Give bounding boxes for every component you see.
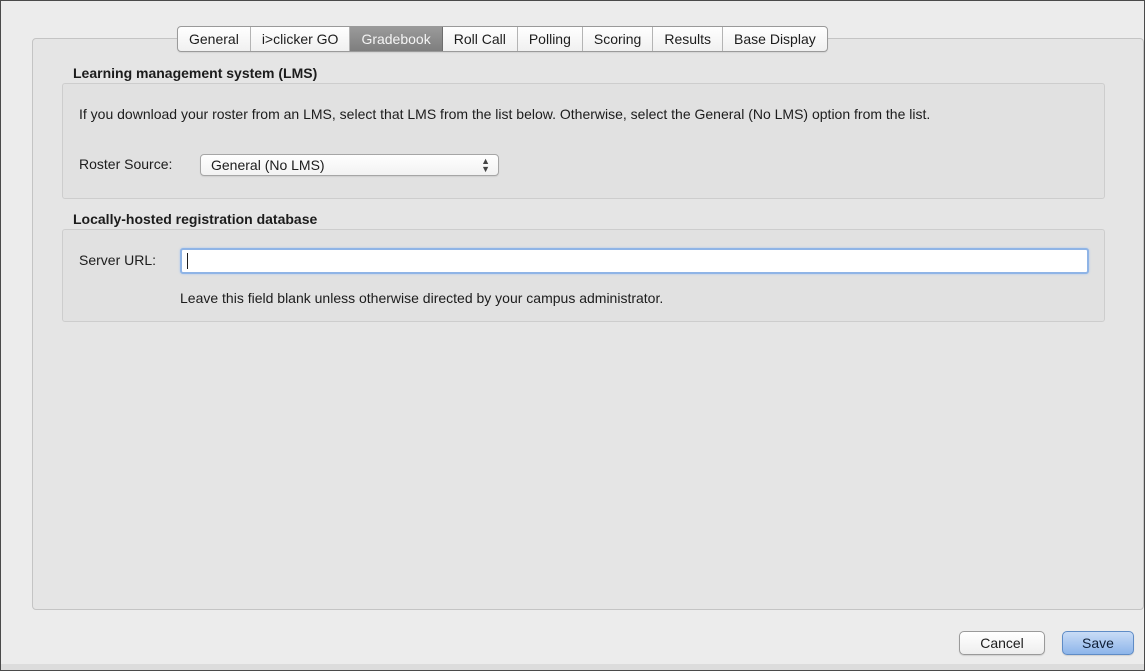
roster-source-label: Roster Source: [79,156,173,172]
tab-scoring[interactable]: Scoring [583,27,654,51]
server-url-input[interactable] [180,248,1089,274]
tab-iclicker-go[interactable]: i>clicker GO [251,27,351,51]
tab-polling[interactable]: Polling [518,27,583,51]
lms-group-box: If you download your roster from an LMS,… [62,83,1105,199]
lms-description: If you download your roster from an LMS,… [79,106,931,122]
roster-source-select[interactable]: General (No LMS) ▲ ▼ [200,154,499,176]
save-button[interactable]: Save [1062,631,1134,655]
tab-gradebook[interactable]: Gradebook [350,27,443,51]
registration-section-title: Locally-hosted registration database [73,211,318,227]
preferences-window: General i>clicker GO Gradebook Roll Call… [0,0,1145,671]
tab-results[interactable]: Results [653,27,724,51]
updown-arrows-icon: ▲ ▼ [481,156,490,174]
registration-group-box: Server URL: Leave this field blank unles… [62,229,1105,322]
server-url-label: Server URL: [79,252,157,268]
text-cursor [187,253,188,269]
server-url-helper-text: Leave this field blank unless otherwise … [180,290,664,306]
cancel-button[interactable]: Cancel [959,631,1045,655]
tab-bar: General i>clicker GO Gradebook Roll Call… [177,26,828,52]
lms-section-title: Learning management system (LMS) [73,65,318,81]
roster-source-value: General (No LMS) [211,157,325,173]
tab-base-display[interactable]: Base Display [723,27,827,51]
tab-roll-call[interactable]: Roll Call [443,27,518,51]
window-bottom-edge [1,664,1144,670]
tab-general[interactable]: General [178,27,251,51]
